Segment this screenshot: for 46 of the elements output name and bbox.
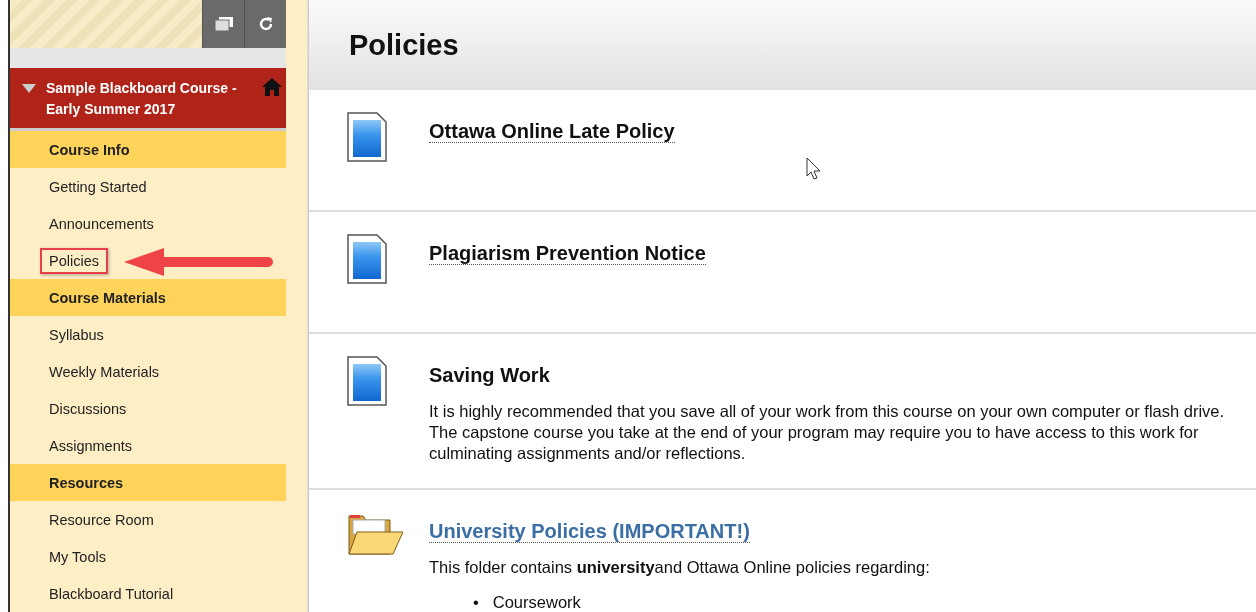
menu-item[interactable]: Announcements xyxy=(10,205,286,242)
item-link[interactable]: University Policies (IMPORTANT!) xyxy=(429,520,750,543)
menu-label: Announcements xyxy=(48,214,155,234)
bullet-item: Coursework xyxy=(492,592,581,612)
bullet-mark: • xyxy=(473,592,479,612)
menu-label: Getting Started xyxy=(48,177,148,197)
highlighted-label: Policies xyxy=(40,247,108,274)
menu-label: Blackboard Tutorial xyxy=(48,584,175,604)
refresh-button[interactable] xyxy=(244,0,286,48)
menu-item[interactable]: My Tools xyxy=(10,538,286,575)
view-toggle-button[interactable] xyxy=(202,0,244,48)
windows-icon xyxy=(214,17,233,31)
menu-item[interactable]: Syllabus xyxy=(10,316,286,353)
menu-section-header[interactable]: Resources xyxy=(10,464,286,501)
home-icon[interactable] xyxy=(262,78,282,96)
menu-item[interactable]: Policies xyxy=(10,242,286,279)
menu-label: My Tools xyxy=(48,547,107,567)
menu-label: Resources xyxy=(48,473,125,493)
menu-item[interactable]: Weekly Materials xyxy=(10,353,286,390)
menu-label: Course Info xyxy=(48,140,131,160)
menu-item[interactable]: Assignments xyxy=(10,427,286,464)
menu-item[interactable]: Blackboard Tutorial xyxy=(10,575,286,612)
refresh-icon xyxy=(257,16,274,32)
menu-item[interactable]: Discussions xyxy=(10,390,286,427)
menu-label: Assignments xyxy=(48,436,133,456)
menu-label: Course Materials xyxy=(48,288,167,308)
menu-section-header[interactable]: Course Info xyxy=(10,131,286,168)
item-description: It is highly recommended that you save all of your work from this course on your own computer or flash drive. The capstone course you take at the end of your program may require you to have access to this work for culminating assignments and/or reflections. xyxy=(429,401,1226,464)
item-description: This folder contains universityand Ottawa Online policies regarding: xyxy=(429,557,931,578)
item-link[interactable]: Plagiarism Prevention Notice xyxy=(429,242,706,265)
menu-item[interactable]: Getting Started xyxy=(10,168,286,205)
collapse-triangle-icon[interactable] xyxy=(22,84,36,94)
document-icon xyxy=(347,112,387,162)
menu-section-header[interactable]: Course Materials xyxy=(10,279,286,316)
item-title: Saving Work xyxy=(429,364,550,386)
menu-label: Syllabus xyxy=(48,325,105,345)
item-link[interactable]: Ottawa Online Late Policy xyxy=(429,120,675,143)
document-icon xyxy=(347,234,387,284)
menu-item[interactable]: Resource Room xyxy=(10,501,286,538)
menu-label: Resource Room xyxy=(48,510,155,530)
folder-icon xyxy=(347,512,405,558)
menu-label: Discussions xyxy=(48,399,128,419)
cursor-icon xyxy=(806,157,822,181)
page-title: Policies xyxy=(349,28,459,62)
document-icon xyxy=(347,356,387,406)
menu-label: Weekly Materials xyxy=(48,362,161,382)
